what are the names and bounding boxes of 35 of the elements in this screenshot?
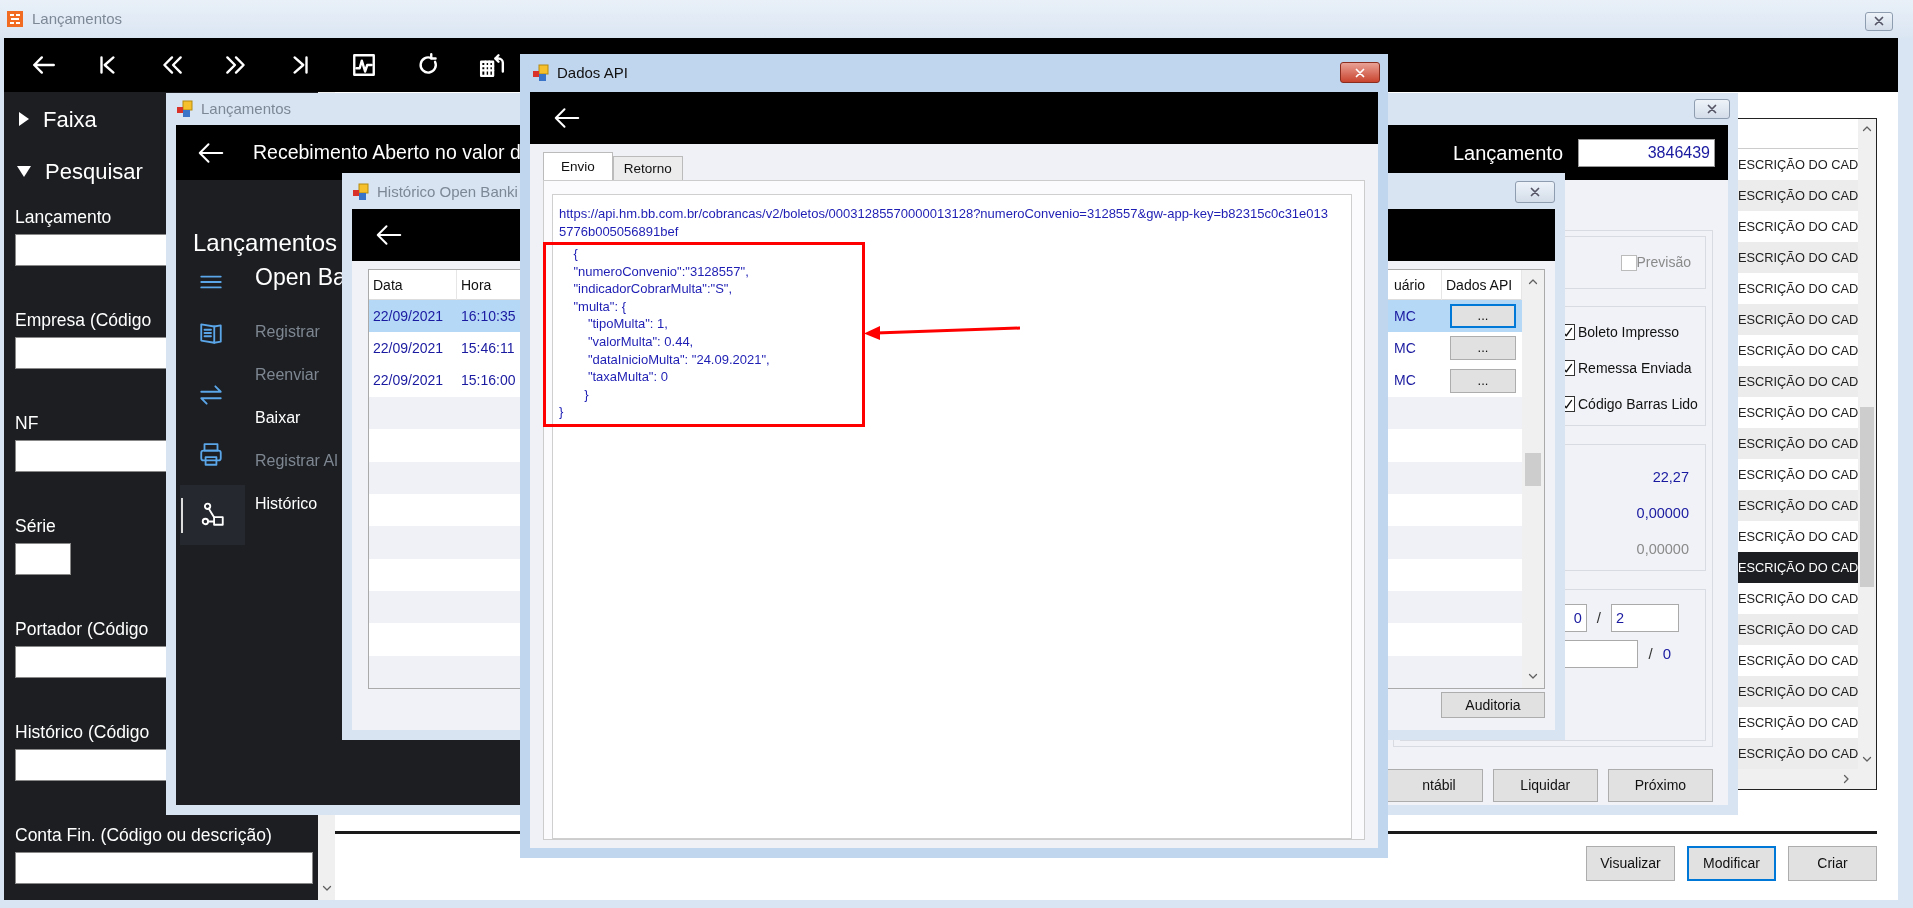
table-cell-text: 15:16:00 bbox=[460, 371, 517, 391]
separator-text: / bbox=[1648, 643, 1653, 664]
table-cell-text: 16:10:35 bbox=[460, 306, 517, 326]
table-cell-text: 22/09/2021 bbox=[372, 306, 445, 326]
table-cell-text: 15:46:11 bbox=[460, 339, 516, 358]
url-text: https://api.hm.bb.com.br/cobrancas/v2/boletos/00031285570000013128?numeroConvenio=3128557&gw-app-key=b82315c0c31e0135776b005056891bef bbox=[559, 205, 1329, 240]
window-title: Lançamentos bbox=[201, 98, 292, 119]
field-label: Empresa (Código bbox=[15, 309, 152, 331]
window-title: Lançamentos bbox=[32, 8, 123, 29]
table-cell-text: 22/09/2021 bbox=[372, 371, 445, 391]
json-text: { "numeroConvenio":"3128557", "indicadorCobrarMulta":"S", "multa": { "tipoMulta": 1, "valorMulta": 0.44, "dataInicioMulta": "24.09.2021", "taxaMulta": 0 } } bbox=[559, 245, 770, 421]
window-title: Histórico Open Banki bbox=[377, 181, 518, 202]
field-label: Conta Fin. (Código ou descrição) bbox=[15, 824, 272, 846]
checkbox-label: Previsão bbox=[1636, 253, 1691, 272]
table-cell-text: MC bbox=[1393, 371, 1417, 391]
checkbox-label: Boleto Impresso bbox=[1578, 322, 1680, 342]
field-label: Lançamento bbox=[15, 206, 112, 228]
field-label: Lançamento bbox=[1452, 140, 1563, 166]
field-label: Histórico (Código bbox=[15, 721, 150, 743]
field-label: Portador (Código bbox=[15, 618, 149, 640]
value-text: 0,00000 bbox=[1636, 540, 1689, 559]
field-label: Série bbox=[15, 515, 56, 537]
count-text: 0 bbox=[1662, 643, 1671, 664]
window-title: Dados API bbox=[557, 62, 628, 83]
checkbox-label: Código Barras Lido bbox=[1578, 394, 1698, 414]
section-title: Lançamentos bbox=[193, 228, 338, 258]
field-label: NF bbox=[15, 412, 39, 434]
checkbox-label: Remessa Enviada bbox=[1578, 358, 1692, 378]
table-cell-text: 22/09/2021 bbox=[372, 339, 445, 358]
header-title: Recebimento Aberto no valor d bbox=[253, 139, 521, 165]
separator-text: / bbox=[1596, 607, 1601, 628]
value-text: 0,00000 bbox=[1636, 504, 1689, 523]
value-text: 22,27 bbox=[1652, 468, 1689, 487]
table-cell-text: MC bbox=[1393, 339, 1417, 358]
table-cell-text: MC bbox=[1393, 306, 1417, 326]
